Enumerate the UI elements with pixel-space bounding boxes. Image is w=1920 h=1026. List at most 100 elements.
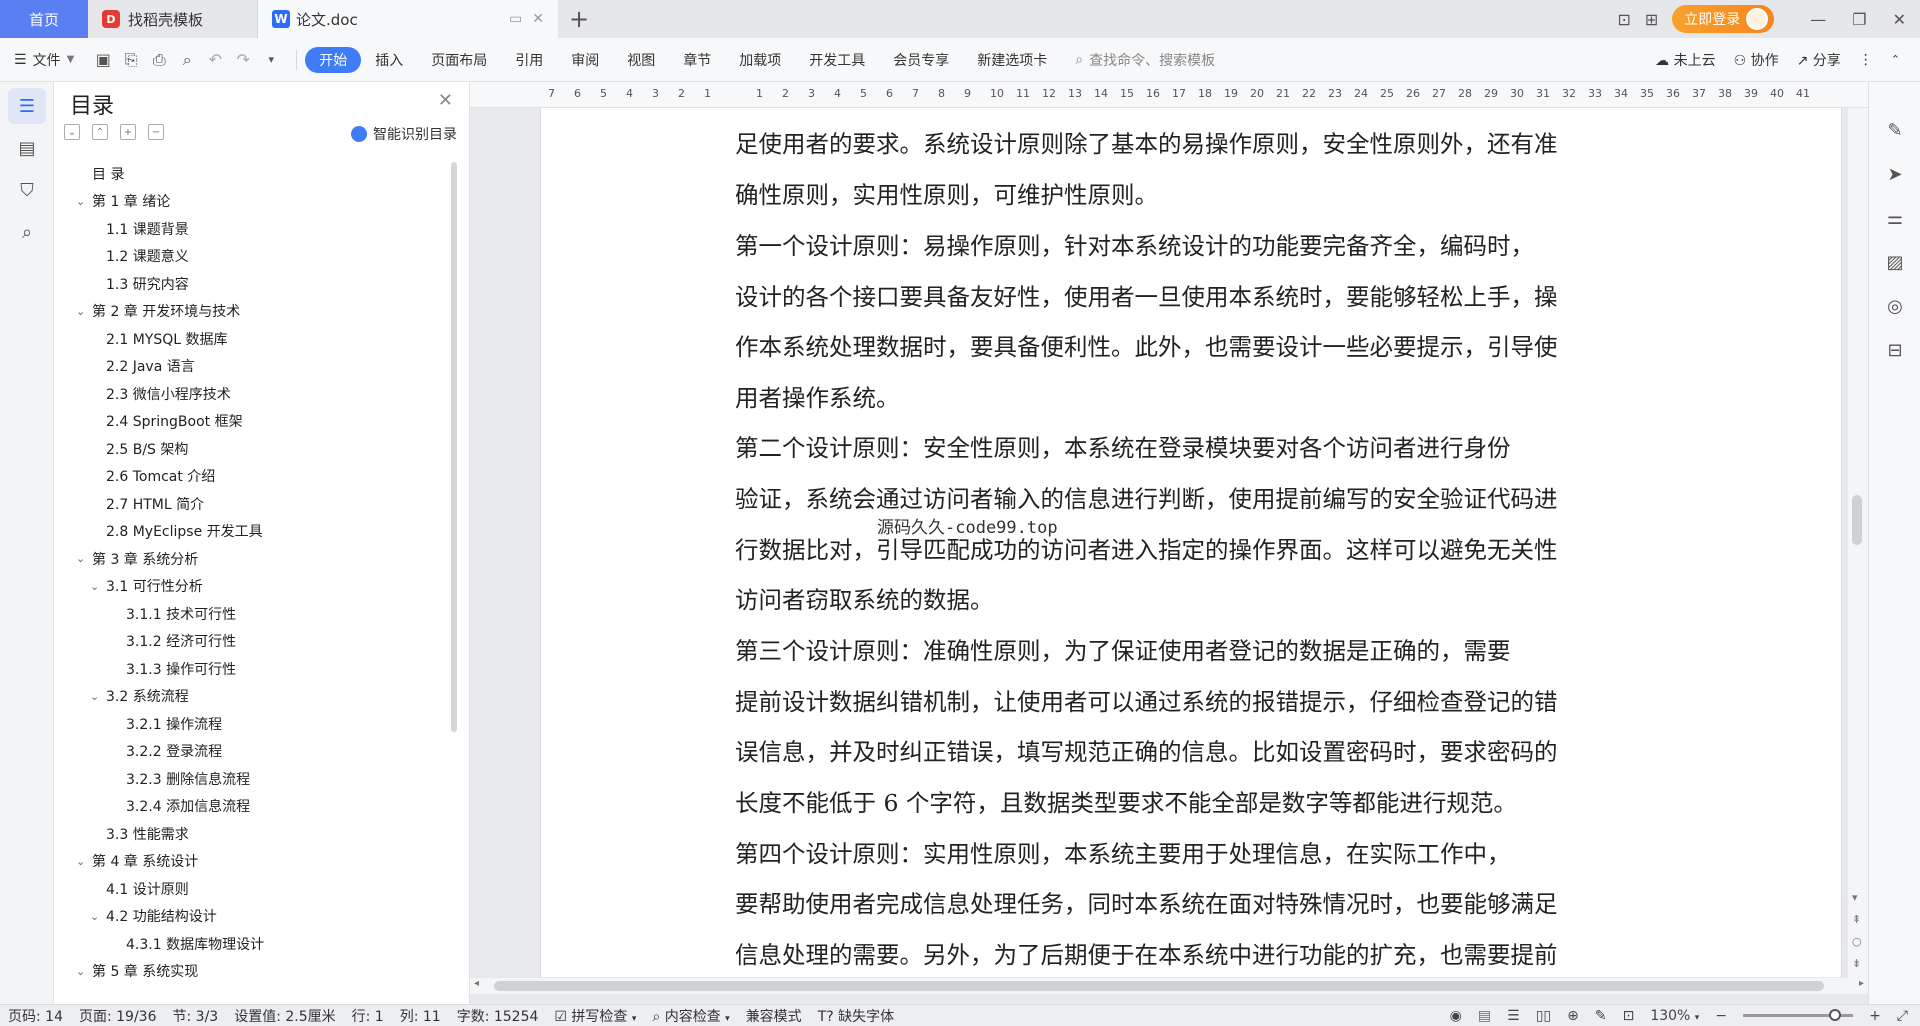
chevron-down-icon[interactable]: ⌄ [90,690,106,703]
toc-item[interactable]: 3.3 性能需求 [70,820,430,848]
ribbon-tab-layout[interactable]: 页面布局 [417,47,501,73]
print-preview-icon[interactable]: ⌕ [176,50,198,70]
ribbon-tab-insert[interactable]: 插入 [361,47,417,73]
zoom-level[interactable]: 130% ▾ [1650,1008,1699,1024]
toc-item[interactable]: ⌄ 第 5 章 系统实现 [70,958,430,986]
toc-item[interactable]: 3.2.4 添加信息流程 [70,793,430,821]
chevron-down-icon[interactable]: ⌄ [90,580,106,593]
undo-icon[interactable]: ↶ [204,50,226,69]
status-page-code[interactable]: 页码: 14 [8,1006,63,1026]
chevron-down-icon[interactable]: ⌄ [90,910,106,923]
toc-item[interactable]: 3.2.1 操作流程 [70,710,430,738]
chevron-down-icon[interactable]: ⌄ [76,195,92,208]
toc-item[interactable]: 1.3 研究内容 [70,270,430,298]
page-view-icon[interactable]: ▤ [1478,1008,1491,1024]
toc-item[interactable]: 2.6 Tomcat 介绍 [70,463,430,491]
more-dropdown-icon[interactable]: ▾ [260,53,282,66]
toc-item[interactable]: 4.1 设计原则 [70,875,430,903]
status-setting[interactable]: 设置值: 2.5厘米 [234,1006,335,1026]
toc-item[interactable]: ⌄ 4.2 功能结构设计 [70,903,430,931]
toc-item[interactable]: ⌄ 3.2 系统流程 [70,683,430,711]
toc-item[interactable]: ⌄ 第 1 章 绪论 [70,188,430,216]
toc-item[interactable]: 4.3.1 数据库物理设计 [70,930,430,958]
image-tool-icon[interactable]: ▨ [1869,240,1920,284]
find-icon[interactable]: ⌕ [8,214,46,250]
chevron-down-icon[interactable]: ⌄ [76,305,92,318]
remove-heading-icon[interactable]: − [148,124,164,140]
outline-view-icon[interactable]: ☰ [1507,1008,1520,1024]
reading-view-icon[interactable]: ▯▯ [1536,1008,1551,1024]
status-col[interactable]: 列: 11 [400,1006,441,1026]
ribbon-tab-home[interactable]: 开始 [305,46,362,73]
content-check-button[interactable]: ⌕ 内容检查 ▾ [652,1006,729,1026]
ribbon-tab-section[interactable]: 章节 [669,47,725,73]
zoom-slider[interactable] [1743,1009,1854,1021]
toc-scrollbar[interactable] [451,162,457,732]
save-icon[interactable]: ▣ [92,50,114,69]
ribbon-tab-view[interactable]: 视图 [613,47,669,73]
toc-item[interactable]: 2.1 MYSQL 数据库 [70,325,430,353]
export-pdf-icon[interactable]: ⎘ [120,50,142,70]
apps-grid-icon[interactable]: ⊞ [1645,10,1658,29]
toc-item[interactable]: 2.3 微信小程序技术 [70,380,430,408]
scroll-thumb[interactable] [1852,495,1862,545]
restore-icon[interactable]: ❐ [1852,10,1866,29]
horizontal-ruler[interactable]: 7 6 5 4 3 2 1 1 2 3 4 5 6 7 8 9 10 11 12 13 14 15 16 17 18 19 20 21… [470,82,1870,108]
scroll-down-icon[interactable]: ▾ [1852,891,1858,904]
ribbon-tab-review[interactable]: 审阅 [557,47,613,73]
toc-item[interactable]: 2.7 HTML 简介 [70,490,430,518]
status-row[interactable]: 行: 1 [352,1006,384,1026]
compat-mode[interactable]: 兼容模式 [746,1006,802,1026]
zoom-in-icon[interactable]: + [1869,1008,1881,1024]
eye-protection-icon[interactable]: ◉ [1450,1008,1462,1024]
new-tab-button[interactable]: + [558,0,600,38]
print-icon[interactable]: ⎙ [148,50,170,70]
chevron-down-icon[interactable]: ⌄ [76,552,92,565]
close-tab-icon[interactable]: ✕ [532,11,544,27]
ribbon-tab-newtab[interactable]: 新建选项卡 [963,47,1061,73]
command-search[interactable]: ⌕ 查找命令、搜索模板 [1075,50,1215,70]
compass-icon[interactable]: ◎ [1869,284,1920,328]
zoom-slider-thumb[interactable] [1829,1009,1842,1021]
close-window-icon[interactable]: ✕ [1893,10,1906,29]
status-words[interactable]: 字数: 15254 [457,1006,539,1026]
toc-item[interactable]: 2.8 MyEclipse 开发工具 [70,518,430,546]
status-section[interactable]: 节: 3/3 [173,1006,219,1026]
file-menu[interactable]: ☰ 文件 ▼ [14,50,74,70]
document-page[interactable]: 足使用者的要求。系统设计原则除了基本的易操作原则，安全性原则外，还有准 确性原则… [540,108,1842,977]
login-button[interactable]: 立即登录 [1672,5,1775,33]
web-view-icon[interactable]: ⊕ [1567,1008,1579,1024]
float-window-icon[interactable]: ▭ [509,11,522,27]
collapse-all-icon[interactable]: ⌃ [92,124,108,140]
ribbon-tab-addins[interactable]: 加载项 [725,47,795,73]
collapse-ribbon-icon[interactable]: ⌃ [1891,53,1900,66]
ribbon-tab-member[interactable]: 会员专享 [879,47,963,73]
toc-item[interactable]: 目 录 [70,160,430,188]
scroll-right-icon[interactable]: ▸ [1859,978,1864,989]
close-icon[interactable]: ✕ [438,90,453,111]
spell-check-button[interactable]: ☑ 拼写检查 ▾ [554,1006,636,1026]
fullscreen-icon[interactable]: ⤢ [1897,1008,1908,1024]
minimize-icon[interactable]: — [1810,10,1826,29]
toc-item[interactable]: ⌄ 3.1 可行性分析 [70,573,430,601]
scroll-thumb[interactable] [494,981,1824,991]
chapter-nav-icon[interactable]: ▤ [8,130,46,166]
toc-item[interactable]: ⌄ 第 2 章 开发环境与技术 [70,298,430,326]
select-browse-icon[interactable]: ○ [1852,935,1862,948]
horizontal-scrollbar[interactable]: ◂ ▸ [470,978,1868,994]
layout-toggle-icon[interactable]: ⊡ [1617,10,1630,29]
tab-document[interactable]: W 论文.doc ▭ ✕ [258,0,558,38]
reading-icon[interactable]: ⊟ [1869,328,1920,372]
tab-home[interactable]: 首页 [0,0,88,38]
add-heading-icon[interactable]: + [120,124,136,140]
toc-item[interactable]: ⌄ 第 4 章 系统设计 [70,848,430,876]
select-cursor-icon[interactable]: ➤ [1869,152,1920,196]
toc-item[interactable]: 2.2 Java 语言 [70,353,430,381]
toc-item[interactable]: 3.1.1 技术可行性 [70,600,430,628]
share-button[interactable]: ↗ 分享 [1797,50,1841,70]
missing-font-button[interactable]: T? 缺失字体 [818,1006,894,1026]
tab-template[interactable]: D 找稻壳模板 [88,0,258,38]
ribbon-tab-reference[interactable]: 引用 [501,47,557,73]
expand-all-icon[interactable]: ⌄ [64,124,80,140]
toc-item[interactable]: 2.4 SpringBoot 框架 [70,408,430,436]
